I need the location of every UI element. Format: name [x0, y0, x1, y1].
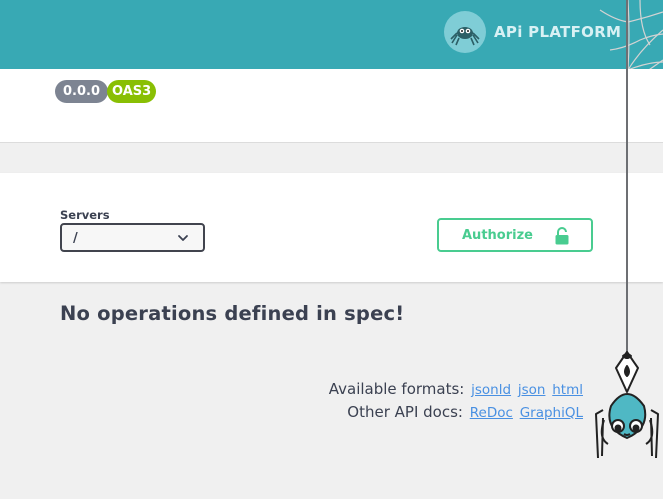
- authorize-button[interactable]: Authorize: [437, 218, 593, 252]
- servers-select[interactable]: /: [60, 223, 205, 252]
- other-docs-label: Other API docs:: [347, 403, 463, 421]
- servers-selected-value: /: [73, 231, 78, 246]
- available-formats-line: Available formats: jsonld json html: [329, 378, 583, 401]
- formats-block: Available formats: jsonld json html Othe…: [329, 378, 583, 424]
- format-link-html[interactable]: html: [552, 382, 583, 398]
- scheme-container: Servers / Authorize: [0, 173, 663, 282]
- authorize-label: Authorize: [462, 228, 533, 243]
- available-formats-label: Available formats:: [328, 380, 465, 398]
- format-link-json[interactable]: json: [518, 382, 546, 398]
- no-operations-message: No operations defined in spec!: [60, 302, 405, 325]
- spider-thread: [626, 0, 628, 356]
- other-docs-line: Other API docs: ReDoc GraphiQL: [329, 401, 583, 424]
- docs-link-graphiql[interactable]: GraphiQL: [520, 405, 583, 421]
- lock-icon: [555, 227, 569, 245]
- version-badge: 0.0.0: [55, 80, 109, 103]
- servers-label: Servers: [60, 208, 110, 222]
- chevron-down-icon: [178, 235, 188, 241]
- docs-link-redoc[interactable]: ReDoc: [470, 405, 513, 421]
- oas-badge: OAS3: [107, 80, 157, 103]
- info-section: 0.0.0 OAS3: [0, 69, 663, 143]
- spider-icon: [595, 351, 659, 459]
- format-link-jsonld[interactable]: jsonld: [471, 382, 511, 398]
